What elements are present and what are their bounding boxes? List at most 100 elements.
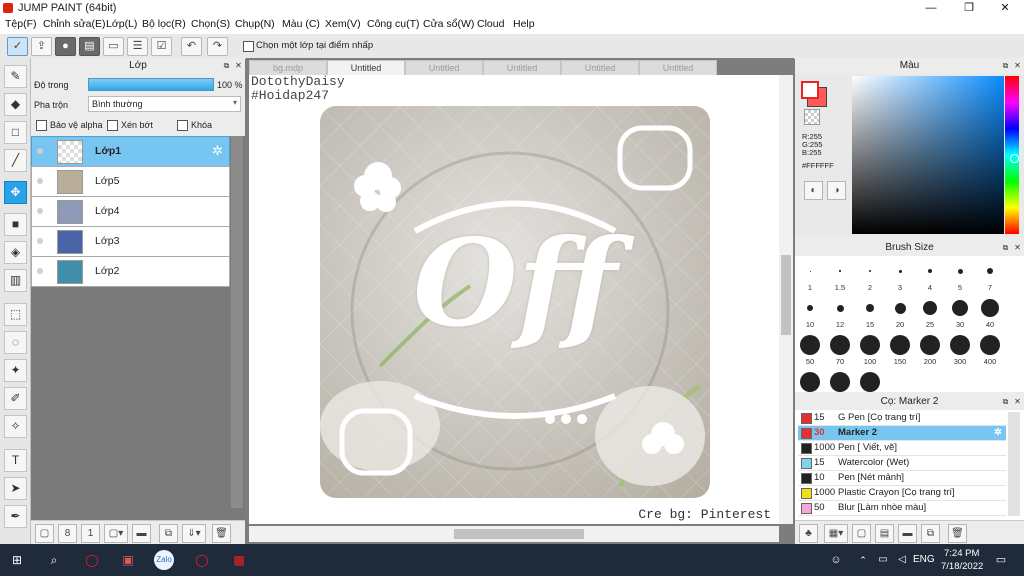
gradient-tool-icon[interactable]: ▥ <box>4 269 27 292</box>
brush-size-dot[interactable] <box>952 300 968 316</box>
language-indicator[interactable]: ENG <box>913 554 935 565</box>
menu-select[interactable]: Chọn(S) <box>191 18 230 30</box>
lasso-tool-icon[interactable]: ◌ <box>4 331 27 354</box>
operation-tool-icon[interactable]: ➤ <box>4 477 27 500</box>
zalo-icon[interactable]: Zalo <box>154 550 174 570</box>
panel-float-icon[interactable]: ⧉ <box>222 61 231 70</box>
check-icon[interactable]: ✓ <box>7 37 28 56</box>
visibility-icon[interactable] <box>37 178 43 184</box>
menu-window[interactable]: Cửa sổ(W) <box>423 18 474 30</box>
layer-row[interactable]: Lớp3 <box>31 226 230 257</box>
brush-size-dot[interactable] <box>981 299 999 317</box>
new-8bit-layer-icon[interactable]: 8 <box>58 524 77 543</box>
visibility-icon[interactable] <box>37 208 43 214</box>
tray-arrow-icon[interactable]: ⌃ <box>852 550 874 570</box>
brush-copy-icon[interactable]: ▢ <box>852 524 871 543</box>
add-brush-icon[interactable]: ♣ <box>799 524 818 543</box>
brush-item[interactable]: 50 Blur [Làm nhòe màu] <box>798 501 1006 516</box>
layer-row[interactable]: Lớp1 ✲ <box>31 136 230 167</box>
brush-item[interactable]: 1000 Pen [ Viết, vẽ] <box>798 441 1006 456</box>
brush-size-dot[interactable] <box>800 372 820 392</box>
panel-close-icon[interactable]: ✕ <box>1013 61 1022 70</box>
panel-float-icon[interactable]: ⧉ <box>1001 243 1010 252</box>
lock-checkbox[interactable] <box>177 120 188 131</box>
panel-float-icon[interactable]: ⧉ <box>1001 397 1010 406</box>
visibility-icon[interactable] <box>37 148 43 154</box>
brush-size-dot[interactable] <box>950 335 970 355</box>
brush-size-dot[interactable] <box>898 269 902 273</box>
new-layer-icon[interactable]: ▢ <box>35 524 54 543</box>
layer-row[interactable]: Lớp5 <box>31 166 230 197</box>
magic-wand-tool-icon[interactable]: ✦ <box>4 359 27 382</box>
brush-size-dot[interactable] <box>800 335 820 355</box>
menu-file[interactable]: Tệp(F) <box>5 18 37 30</box>
foreground-color-swatch[interactable] <box>801 81 819 99</box>
delete-layer-icon[interactable]: 🗑 <box>212 524 231 543</box>
menu-layer[interactable]: Lớp(L) <box>106 18 137 30</box>
select-eraser-tool-icon[interactable]: ✧ <box>4 415 27 438</box>
rect-select-tool-icon[interactable]: ⬚ <box>4 303 27 326</box>
brush-size-dot[interactable] <box>920 335 940 355</box>
gear-icon[interactable]: ✲ <box>994 426 1002 440</box>
brush-size-dot[interactable] <box>807 305 813 311</box>
vertical-scrollbar[interactable] <box>779 75 793 524</box>
horizontal-scroll-thumb[interactable] <box>454 529 584 539</box>
opera-gx-icon[interactable]: ◯ <box>191 550 213 570</box>
brush-size-dot[interactable] <box>860 372 880 392</box>
eyedropper-tool-icon[interactable]: ✒ <box>4 505 27 528</box>
clipping-checkbox[interactable] <box>107 120 118 131</box>
delete-brush-icon[interactable]: 🗑 <box>948 524 967 543</box>
brush-download-icon[interactable]: ▤ <box>875 524 894 543</box>
blend-mode-select[interactable]: Bình thường ▾ <box>88 96 241 112</box>
menu-tools[interactable]: Công cụ(T) <box>367 18 420 30</box>
protect-alpha-checkbox[interactable] <box>36 120 47 131</box>
brush-size-dot[interactable] <box>809 270 811 272</box>
layer-row[interactable]: Lớp4 <box>31 196 230 227</box>
menu-color[interactable]: Màu (C) <box>282 18 320 30</box>
brush-size-dot[interactable] <box>890 335 910 355</box>
app-icon[interactable]: ▣ <box>117 550 139 570</box>
text-tool-icon[interactable]: T <box>4 449 27 472</box>
new-1bit-layer-icon[interactable]: 1 <box>81 524 100 543</box>
jump-paint-taskbar-icon[interactable]: ▩ <box>228 550 250 570</box>
rectangle-tool-icon[interactable]: □ <box>4 121 27 144</box>
brush-size-dot[interactable] <box>987 268 993 274</box>
opera-icon[interactable]: ◯ <box>81 550 103 570</box>
panel-close-icon[interactable]: ✕ <box>234 61 243 70</box>
brush-size-dot[interactable] <box>830 372 850 392</box>
visibility-icon[interactable] <box>37 268 43 274</box>
brush-size-dot[interactable] <box>830 335 850 355</box>
undo-icon[interactable]: ↶ <box>181 37 202 56</box>
horizontal-scrollbar[interactable] <box>249 526 779 542</box>
document-icon[interactable]: ▭ <box>103 37 124 56</box>
brush-list-scrollbar[interactable] <box>1008 412 1020 516</box>
volume-icon[interactable]: ◁ <box>891 550 913 570</box>
new-layer-menu-icon[interactable]: ▢▾ <box>104 524 128 543</box>
brush-size-dot[interactable] <box>928 269 932 273</box>
menu-snap[interactable]: Chụp(N) <box>235 18 275 30</box>
brush-item[interactable]: 15 Watercolor (Wet) <box>798 456 1006 471</box>
gear-icon[interactable]: ✲ <box>212 143 223 159</box>
saturation-value-picker[interactable] <box>852 76 1004 234</box>
document-canvas[interactable]: DotothyDaisy #Hoidap247 Off Cre bg: Pint… <box>249 75 779 524</box>
share-icon[interactable]: ⇪ <box>31 37 52 56</box>
notifications-icon[interactable]: ▭ <box>990 550 1012 570</box>
menu-help[interactable]: Help <box>513 18 535 30</box>
select-pen-tool-icon[interactable]: ✐ <box>4 387 27 410</box>
checklist-icon[interactable]: ☑ <box>151 37 172 56</box>
transparent-color-icon[interactable] <box>804 109 820 125</box>
search-icon[interactable]: ⌕ <box>43 550 65 570</box>
layer-scrollbar[interactable] <box>231 136 243 508</box>
brush-duplicate-icon[interactable]: ⧉ <box>921 524 940 543</box>
merge-layer-icon[interactable]: ⇓▾ <box>182 524 206 543</box>
duplicate-layer-icon[interactable]: ⧉ <box>159 524 178 543</box>
panel-float-icon[interactable]: ⧉ <box>1001 61 1010 70</box>
brush-item[interactable]: 10 Pen [Nét mảnh] <box>798 471 1006 486</box>
brush-size-dot[interactable] <box>839 270 841 272</box>
brush-size-dot[interactable] <box>836 304 844 312</box>
brush-item[interactable]: 15 G Pen [Cọ trang trí] <box>798 411 1006 426</box>
opacity-slider[interactable] <box>88 78 214 91</box>
panel-close-icon[interactable]: ✕ <box>1013 243 1022 252</box>
menu-view[interactable]: Xem(V) <box>325 18 361 30</box>
windows-start-icon[interactable]: ⊞ <box>6 550 28 570</box>
